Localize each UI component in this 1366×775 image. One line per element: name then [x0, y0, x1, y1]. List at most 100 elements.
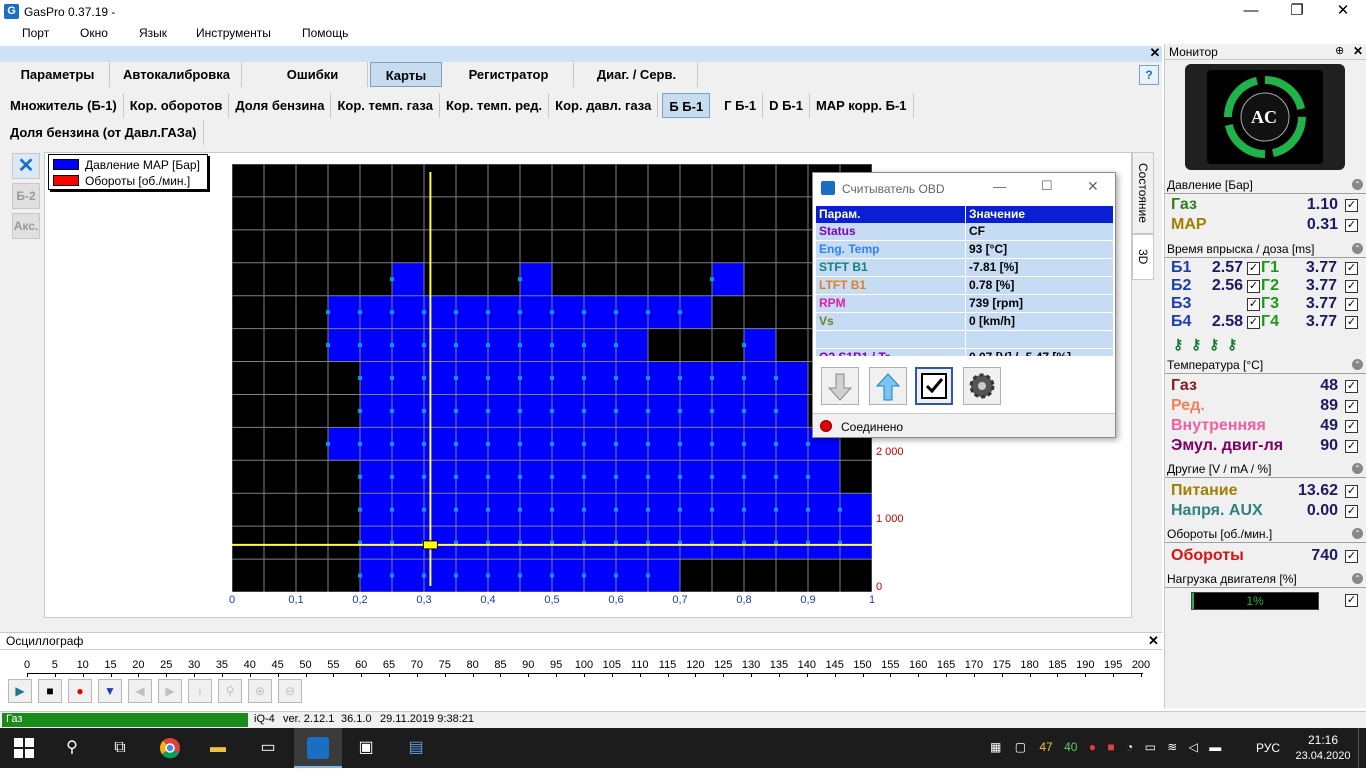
- map-cell[interactable]: [456, 295, 489, 330]
- injector-gas-checkbox[interactable]: ✓: [1345, 316, 1358, 329]
- tray-clock-icon[interactable]: ◔: [1126, 740, 1133, 754]
- map-cell[interactable]: [520, 460, 553, 494]
- map-cell[interactable]: [584, 526, 617, 560]
- subtab-d-b1[interactable]: D Б-1: [763, 93, 810, 118]
- chrome-icon[interactable]: [146, 728, 194, 768]
- map-cell[interactable]: [808, 493, 841, 527]
- map-cell[interactable]: [520, 328, 553, 363]
- subtab-petrol-share[interactable]: Доля бензина: [229, 93, 332, 118]
- map-cell[interactable]: [424, 460, 457, 494]
- map-cell[interactable]: [584, 328, 617, 363]
- map-cell[interactable]: [392, 559, 425, 592]
- map-cell[interactable]: [648, 361, 681, 395]
- map-cell[interactable]: [648, 460, 681, 494]
- map-cell[interactable]: [392, 394, 425, 428]
- map-cell[interactable]: [648, 295, 681, 330]
- tray-app2-icon[interactable]: ■: [1107, 740, 1114, 754]
- show-desktop-button[interactable]: [1358, 728, 1366, 768]
- map-cell[interactable]: [488, 394, 521, 428]
- map-cell[interactable]: [328, 295, 361, 330]
- map-cell[interactable]: [680, 295, 713, 330]
- gaspro-taskbar-icon[interactable]: [294, 728, 342, 768]
- map-cell[interactable]: [520, 427, 553, 461]
- zoom-in-icon[interactable]: ⊕: [248, 679, 272, 703]
- map-cell[interactable]: [744, 526, 777, 560]
- map-cell[interactable]: [488, 526, 521, 560]
- tab-recorder[interactable]: Регистратор: [444, 62, 574, 87]
- download-icon[interactable]: ▼: [98, 679, 122, 703]
- menu-language[interactable]: Язык: [139, 26, 167, 40]
- search-icon[interactable]: ⚲: [48, 728, 96, 768]
- menu-port[interactable]: Порт: [22, 26, 49, 40]
- map-cell[interactable]: [456, 427, 489, 461]
- map-cell[interactable]: [616, 559, 649, 592]
- injector-gas-checkbox[interactable]: ✓: [1345, 262, 1358, 275]
- tray-volume-icon[interactable]: ◁: [1189, 740, 1198, 754]
- map-cell[interactable]: [392, 295, 425, 330]
- map-cell[interactable]: [424, 427, 457, 461]
- map-cell[interactable]: [552, 460, 585, 494]
- map-cell[interactable]: [392, 460, 425, 494]
- map-cell[interactable]: [744, 394, 777, 428]
- map-cell[interactable]: [616, 427, 649, 461]
- obd-settings-button[interactable]: [963, 367, 1001, 405]
- menu-window[interactable]: Окно: [80, 26, 108, 40]
- subtab-multiplier[interactable]: Множитель (Б-1): [4, 93, 124, 118]
- subtab-rpm-correction[interactable]: Кор. оборотов: [124, 93, 230, 118]
- info-icon[interactable]: i: [188, 679, 212, 703]
- clock-date[interactable]: 23.04.2020: [1292, 750, 1354, 762]
- map-cell[interactable]: [456, 460, 489, 494]
- map-cell[interactable]: [424, 394, 457, 428]
- injector-petrol-checkbox[interactable]: ✓: [1247, 316, 1260, 329]
- pressure-header-collapse-icon[interactable]: ⌃: [1352, 179, 1363, 190]
- map-cell[interactable]: [520, 295, 553, 330]
- tab-autocalibration[interactable]: Автокалибровка: [112, 62, 242, 87]
- map-cell[interactable]: [840, 526, 872, 560]
- pressure-1-checkbox[interactable]: ✓: [1345, 219, 1358, 232]
- stop-icon[interactable]: ■: [38, 679, 62, 703]
- map-cell[interactable]: [360, 394, 393, 428]
- map-cell[interactable]: [648, 559, 681, 592]
- menu-help[interactable]: Помощь: [302, 26, 348, 40]
- close-map-icon[interactable]: ✕: [12, 153, 40, 179]
- map-cell[interactable]: [776, 427, 809, 461]
- map-cell[interactable]: [680, 493, 713, 527]
- obd-check-button[interactable]: [915, 367, 953, 405]
- map-cell[interactable]: [456, 559, 489, 592]
- temperature-header-collapse-icon[interactable]: ⌃: [1352, 359, 1363, 370]
- temperature-2-checkbox[interactable]: ✓: [1345, 420, 1358, 433]
- prev-icon[interactable]: ◀: [128, 679, 152, 703]
- map-cell[interactable]: [488, 328, 521, 363]
- map-cell[interactable]: [744, 427, 777, 461]
- map-cell[interactable]: [776, 526, 809, 560]
- map-cell[interactable]: [584, 295, 617, 330]
- map-cell[interactable]: [360, 295, 393, 330]
- tab-state[interactable]: Состояние: [1132, 152, 1154, 234]
- map-cell[interactable]: [552, 361, 585, 395]
- map-cell[interactable]: [520, 394, 553, 428]
- map-cell[interactable]: [680, 361, 713, 395]
- accessory-button[interactable]: Акс.: [12, 213, 40, 239]
- app2-taskbar-icon[interactable]: ▤: [392, 728, 440, 768]
- tray-app-icon[interactable]: ●: [1089, 740, 1096, 754]
- temperature-1-checkbox[interactable]: ✓: [1345, 400, 1358, 413]
- fuel-map-heatmap[interactable]: [232, 164, 872, 592]
- obd-maximize-button[interactable]: ☐: [1041, 178, 1053, 194]
- subtab-b-b1[interactable]: Б Б-1: [662, 93, 711, 118]
- map-cell[interactable]: [392, 526, 425, 560]
- map-cell[interactable]: [360, 328, 393, 363]
- map-cell[interactable]: [744, 361, 777, 395]
- subtab-gas-temp-correction[interactable]: Кор. темп. газа: [331, 93, 440, 118]
- map-cell[interactable]: [744, 460, 777, 494]
- map-cell[interactable]: [648, 394, 681, 428]
- file-explorer-icon[interactable]: ▬: [194, 728, 242, 768]
- map-cell[interactable]: [616, 394, 649, 428]
- monitor-close-button[interactable]: ✕: [1353, 44, 1363, 58]
- subtab-reducer-temp-correction[interactable]: Кор. темп. ред.: [440, 93, 550, 118]
- map-cell[interactable]: [744, 328, 777, 363]
- help-button[interactable]: ?: [1139, 65, 1159, 85]
- map-cell[interactable]: [488, 493, 521, 527]
- map-cell[interactable]: [456, 394, 489, 428]
- task-view-icon[interactable]: ⧉: [96, 728, 144, 768]
- tab-diag-service[interactable]: Диаг. / Серв.: [576, 62, 698, 87]
